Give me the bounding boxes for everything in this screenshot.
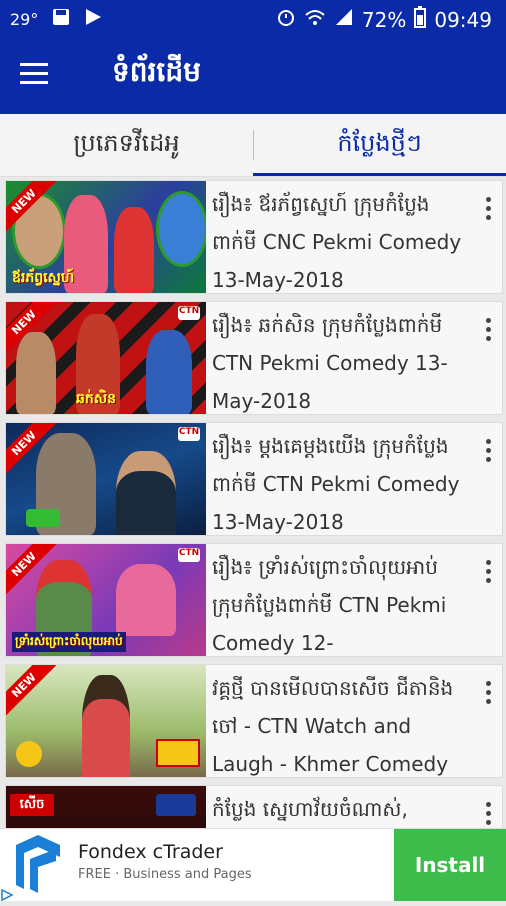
adchoices-icon[interactable] [0, 887, 14, 902]
thumbnail-caption: ទ្រាំរស់ព្រោះចាំលុយអាប់ [12, 632, 126, 652]
temperature: 29° [10, 9, 39, 29]
install-button[interactable]: Install [394, 829, 506, 901]
more-options-icon[interactable] [484, 197, 492, 223]
app-bar: ទំព័រដើម [0, 36, 506, 114]
video-title: រឿង៖ ម្តងគេម្តងយើង ក្រុមកំប្លែងពាក់មី CT… [212, 434, 460, 534]
video-title: រឿង៖ ឆក់សិន ក្រុមកំប្លែងពាក់មី CTN Pekmi… [212, 313, 448, 413]
video-title: កំប្លែង ស្នេហាវ័យចំណាស់, [212, 797, 408, 821]
more-options-icon[interactable] [484, 681, 492, 707]
tab-bar: ប្រភេទវីដេអូ កំប្លែងថ្មីៗ [0, 114, 506, 177]
status-left: 29° [10, 8, 102, 30]
signal-icon [334, 7, 354, 32]
battery-percent: 72% [361, 7, 407, 32]
fondex-logo-icon [10, 835, 66, 893]
video-title: វគ្គថ្មី បានមើលបានសើច ជីតានិង ចៅ - CTN W… [212, 676, 454, 776]
thumbnail-caption: ឆក់សិន [76, 391, 116, 407]
channel-logo: CTN [178, 427, 200, 441]
wifi-icon [304, 7, 326, 32]
list-item[interactable]: NEW ឪរភ័ព្វស្នេហ៍ រឿង៖ ឪរភ័ព្វស្នេហ៍ ក្រ… [5, 180, 503, 294]
channel-logo: CTN [178, 548, 200, 562]
page-title: ទំព័រដើម [112, 55, 201, 88]
video-thumbnail: CTN NEW [6, 423, 206, 535]
more-options-icon[interactable] [484, 560, 492, 586]
save-icon [52, 8, 70, 30]
list-item[interactable]: CTN NEW រឿង៖ ម្តងគេម្តងយើង ក្រុមកំប្លែងព… [5, 422, 503, 536]
video-thumbnail: NEW [6, 665, 206, 777]
video-thumbnail: CTN NEW ឆក់សិន [6, 302, 206, 414]
tab-video-categories[interactable]: ប្រភេទវីដេអូ [0, 114, 253, 176]
list-item[interactable]: CTN NEW ទ្រាំរស់ព្រោះចាំលុយអាប់ រឿង៖ ទ្រ… [5, 543, 503, 657]
ad-title: Fondex cTrader [78, 841, 223, 863]
ad-banner[interactable]: Fondex cTrader FREE · Business and Pages… [0, 828, 506, 902]
channel-logo: CTN [178, 306, 200, 320]
clock: 09:49 [434, 7, 492, 32]
video-thumbnail: NEW ឪរភ័ព្វស្នេហ៍ [6, 181, 206, 293]
new-badge: NEW [6, 665, 59, 720]
video-title: រឿង៖ ទ្រាំរស់ព្រោះចាំលុយអាប់ ក្រុមកំប្លែ… [212, 555, 447, 655]
thumbnail-caption: សើច [10, 794, 54, 816]
more-options-icon[interactable] [484, 318, 492, 344]
status-right: 72% 09:49 [276, 6, 492, 33]
video-title: រឿង៖ ឪរភ័ព្វស្នេហ៍ ក្រុមកំប្លែងពាក់មី CN… [212, 192, 462, 292]
thumbnail-caption: ឪរភ័ព្វស្នេហ៍ [12, 270, 75, 286]
list-item[interactable]: NEW វគ្គថ្មី បានមើលបានសើច ជីតានិង ចៅ - C… [5, 664, 503, 778]
alarm-icon [276, 7, 296, 32]
play-store-icon [84, 8, 102, 30]
more-options-icon[interactable] [484, 802, 492, 828]
menu-icon[interactable] [20, 63, 48, 85]
battery-icon [414, 6, 427, 33]
more-options-icon[interactable] [484, 439, 492, 465]
video-thumbnail: CTN NEW ទ្រាំរស់ព្រោះចាំលុយអាប់ [6, 544, 206, 656]
ad-subtitle: FREE · Business and Pages [78, 867, 252, 882]
tab-new-comedy[interactable]: កំប្លែងថ្មីៗ [253, 114, 506, 176]
list-item[interactable]: សើច កំប្លែង ស្នេហាវ័យចំណាស់, [5, 785, 503, 828]
laugh-emoji-icon [16, 741, 42, 767]
list-item[interactable]: CTN NEW ឆក់សិន រឿង៖ ឆក់សិន ក្រុមកំប្លែងព… [5, 301, 503, 415]
status-bar: 29° 72% 09:49 [0, 0, 506, 36]
video-list[interactable]: NEW ឪរភ័ព្វស្នេហ៍ រឿង៖ ឪរភ័ព្វស្នេហ៍ ក្រ… [0, 176, 506, 828]
video-thumbnail: សើច [6, 786, 206, 828]
